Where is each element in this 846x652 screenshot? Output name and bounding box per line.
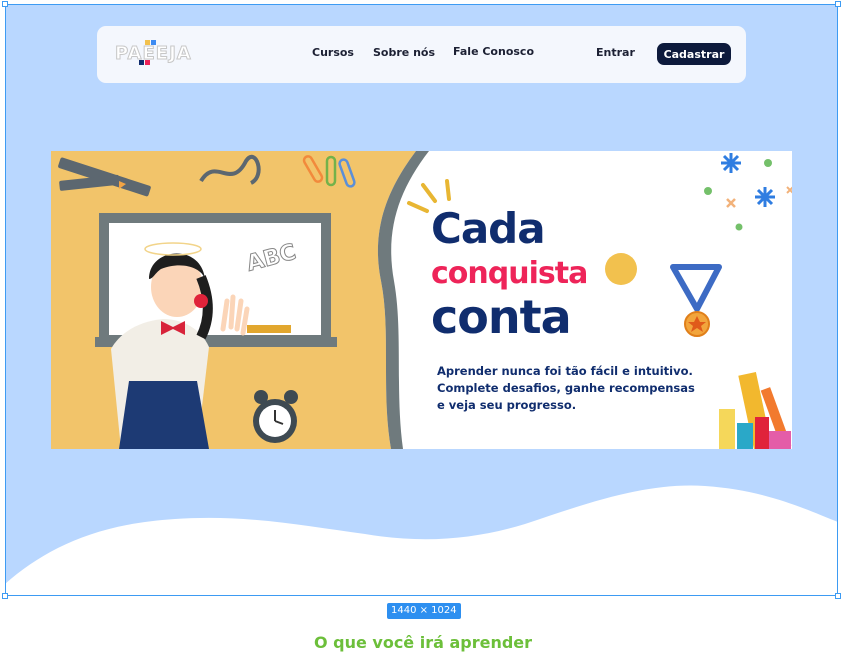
confetti-icon: [704, 153, 792, 231]
headline-line-1: Cada: [431, 204, 546, 253]
nav-link-cursos[interactable]: Cursos: [312, 46, 354, 59]
resize-handle-top-right[interactable]: [835, 1, 841, 7]
hero-banner: ABC Cada conquista conta Aprender nunca …: [51, 151, 792, 449]
medal-icon: [670, 264, 722, 337]
logo-text: PAEEJA: [115, 43, 192, 65]
resize-handle-bottom-right[interactable]: [835, 593, 841, 599]
logo-square-navy: [139, 60, 144, 65]
logo[interactable]: PAEEJA: [115, 40, 195, 65]
logo-square-blue: [151, 40, 156, 45]
logo-square-yellow: [145, 40, 150, 45]
yellow-dot-decoration: [605, 253, 637, 285]
resize-handle-bottom-left[interactable]: [2, 593, 8, 599]
section-title: O que você irá aprender: [313, 633, 533, 652]
nav-link-fale-conosco[interactable]: Fale Conosco: [453, 45, 534, 58]
headline-line-3: conta: [431, 290, 572, 344]
canvas-size-label: 1440 × 1024: [387, 603, 461, 619]
nav-link-sobre-nos[interactable]: Sobre nós: [373, 46, 435, 59]
resize-handle-top-left[interactable]: [2, 1, 8, 7]
hero-subtext-line-1: Aprender nunca foi tão fácil e intuitivo…: [437, 364, 693, 378]
headline-line-2: conquista: [431, 256, 588, 291]
design-frame: PAEEJA Cursos Sobre nós Fale Conosco Ent…: [5, 4, 838, 596]
hero-subtext-line-2: Complete desafios, ganhe recompensas: [437, 381, 695, 395]
hero-subtext: Aprender nunca foi tão fácil e intuitivo…: [437, 363, 717, 414]
navbar: PAEEJA Cursos Sobre nós Fale Conosco Ent…: [97, 26, 746, 83]
hero-subtext-line-3: e veja seu progresso.: [437, 398, 577, 412]
school-supplies-icon: [719, 371, 792, 449]
logo-square-red: [145, 60, 150, 65]
signup-button[interactable]: Cadastrar: [657, 43, 731, 65]
login-link[interactable]: Entrar: [596, 46, 635, 59]
